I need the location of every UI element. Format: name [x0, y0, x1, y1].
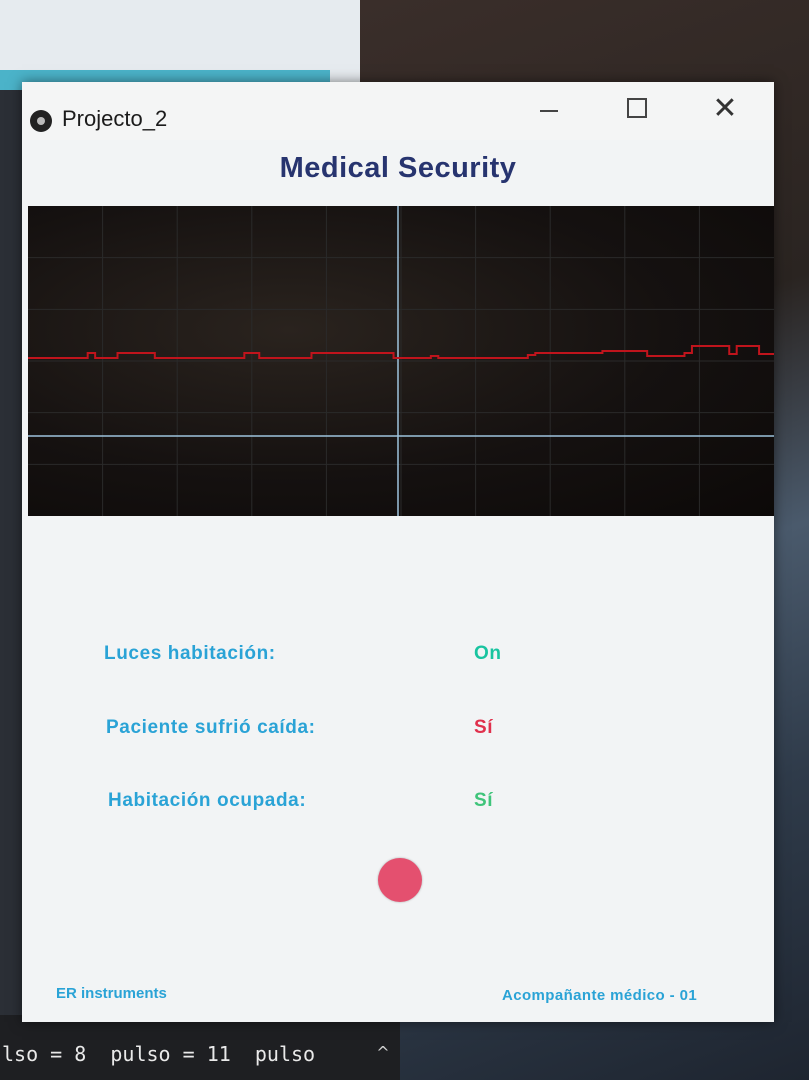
status-indicator-dot[interactable] [378, 858, 422, 902]
app-icon [30, 110, 52, 132]
close-icon: ✕ [712, 90, 738, 126]
footer-device: Acompañante médico - 01 [502, 987, 698, 1004]
maximize-icon [627, 98, 647, 118]
status-value-occupied: Sí [474, 790, 494, 811]
minimize-icon [540, 110, 558, 112]
footer-brand: ER instruments [56, 985, 167, 1002]
scroll-up-icon[interactable]: ^ [368, 1038, 398, 1068]
minimize-button[interactable] [526, 88, 572, 128]
maximize-button[interactable] [614, 88, 660, 128]
app-window: Projecto_2 ✕ Medical Security Luces habi… [22, 82, 774, 1022]
status-value-fall: Sí [474, 717, 494, 738]
console-output: lso = 8 pulso = 11 pulso [2, 1042, 316, 1066]
title-bar[interactable]: Projecto_2 ✕ [22, 82, 774, 140]
status-label-fall: Paciente sufrió caída: [106, 717, 316, 738]
status-value-lights: On [474, 643, 502, 664]
status-label-lights: Luces habitación: [104, 643, 276, 664]
close-button[interactable]: ✕ [702, 88, 748, 128]
signal-plot-svg [28, 206, 774, 516]
app-heading: Medical Security [279, 152, 517, 184]
signal-plot [28, 206, 774, 516]
status-label-occupied: Habitación ocupada: [108, 790, 307, 811]
window-title: Projecto_2 [62, 106, 168, 131]
